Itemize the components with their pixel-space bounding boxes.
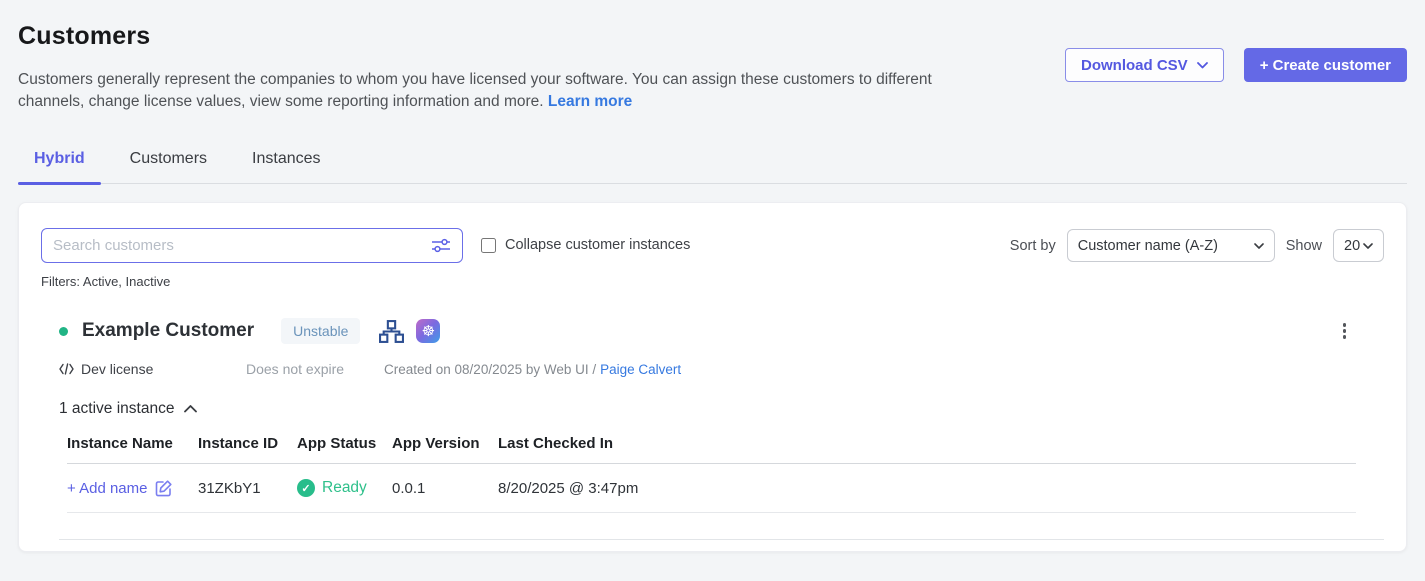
- instance-id: 31ZKbY1: [198, 480, 297, 497]
- sort-by-label: Sort by: [1010, 238, 1056, 254]
- license-expiry: Does not expire: [246, 361, 384, 377]
- active-filters-text: Filters: Active, Inactive: [41, 274, 463, 289]
- learn-more-link[interactable]: Learn more: [548, 93, 632, 110]
- license-type: Dev license: [59, 361, 246, 377]
- instances-toggle[interactable]: 1 active instance: [59, 400, 1384, 418]
- check-circle-icon: ✓: [297, 479, 315, 497]
- page-header-text: Customers Customers generally represent …: [18, 22, 983, 113]
- active-status-dot-icon: [59, 327, 68, 336]
- license-type-label: Dev license: [81, 361, 153, 377]
- view-tabs: Hybrid Customers Instances: [18, 150, 1407, 184]
- create-customer-label: + Create customer: [1260, 57, 1391, 74]
- col-instance-name: Instance Name: [67, 435, 198, 452]
- instances-summary: 1 active instance: [59, 400, 174, 418]
- header-actions: Download CSV + Create customer: [1065, 48, 1407, 82]
- customers-page: Customers Customers generally represent …: [0, 0, 1425, 552]
- customer-type-icons: ☸: [379, 319, 440, 343]
- page-header: Customers Customers generally represent …: [18, 0, 1407, 113]
- app-status-label: Ready: [322, 479, 367, 497]
- chevron-down-icon: [1254, 243, 1264, 249]
- code-brackets-icon: [59, 363, 74, 375]
- customers-card: Filters: Active, Inactive Collapse custo…: [18, 202, 1407, 552]
- col-last-checked-in: Last Checked In: [498, 435, 1356, 452]
- sitemap-icon: [379, 320, 404, 343]
- page-title: Customers: [18, 22, 983, 51]
- channel-badge: Unstable: [281, 318, 360, 344]
- sort-select-value: Customer name (A-Z): [1078, 238, 1218, 254]
- download-csv-button[interactable]: Download CSV: [1065, 48, 1224, 82]
- customer-menu-button[interactable]: [1339, 319, 1351, 343]
- show-label: Show: [1286, 238, 1322, 254]
- col-app-version: App Version: [392, 435, 498, 452]
- tab-instances[interactable]: Instances: [236, 150, 336, 183]
- app-status: ✓ Ready: [297, 479, 392, 497]
- chevron-down-icon: [1363, 243, 1373, 249]
- download-csv-label: Download CSV: [1081, 57, 1188, 74]
- tab-hybrid[interactable]: Hybrid: [18, 150, 101, 183]
- show-select[interactable]: 20: [1333, 229, 1384, 262]
- customer-item-divider: [59, 539, 1384, 540]
- page-description-text: Customers generally represent the compan…: [18, 71, 932, 110]
- created-by-link[interactable]: Paige Calvert: [600, 362, 681, 377]
- col-app-status: App Status: [297, 435, 392, 452]
- sort-select[interactable]: Customer name (A-Z): [1067, 229, 1275, 262]
- collapse-instances-group: Collapse customer instances: [481, 237, 690, 253]
- kubernetes-icon: ☸: [416, 319, 440, 343]
- search-area: Filters: Active, Inactive: [41, 228, 463, 289]
- instances-table-header: Instance Name Instance ID App Status App…: [67, 435, 1356, 464]
- customer-header-row: Example Customer Unstable ☸: [59, 318, 1384, 344]
- edit-icon[interactable]: [155, 479, 173, 497]
- app-version: 0.0.1: [392, 480, 498, 497]
- sort-controls: Sort by Customer name (A-Z) Show 20: [1010, 229, 1384, 262]
- created-text: Created on 08/20/2025 by Web UI /: [384, 362, 596, 377]
- last-checked-in: 8/20/2025 @ 3:47pm: [498, 480, 1356, 497]
- instance-row: + Add name 31ZKbY1 ✓ Ready 0.0.1 8/2: [67, 464, 1356, 513]
- tab-customers[interactable]: Customers: [114, 150, 223, 183]
- add-name-link[interactable]: + Add name: [67, 479, 173, 497]
- search-box: [41, 228, 463, 263]
- customer-name[interactable]: Example Customer: [82, 320, 254, 342]
- col-instance-id: Instance ID: [198, 435, 297, 452]
- create-customer-button[interactable]: + Create customer: [1244, 48, 1407, 82]
- filter-sliders-icon[interactable]: [431, 238, 451, 253]
- chevron-up-icon: [184, 405, 197, 413]
- customer-item: Example Customer Unstable ☸: [41, 318, 1384, 540]
- created-info: Created on 08/20/2025 by Web UI / Paige C…: [384, 362, 681, 377]
- customer-meta-row: Dev license Does not expire Created on 0…: [59, 361, 1384, 377]
- collapse-instances-checkbox[interactable]: [481, 238, 496, 253]
- show-select-value: 20: [1344, 238, 1360, 254]
- chevron-down-icon: [1197, 62, 1208, 69]
- page-description: Customers generally represent the compan…: [18, 69, 983, 113]
- toolbar: Filters: Active, Inactive Collapse custo…: [41, 228, 1384, 289]
- search-input[interactable]: [53, 237, 431, 254]
- instances-table: Instance Name Instance ID App Status App…: [67, 435, 1356, 513]
- add-name-label: + Add name: [67, 480, 147, 497]
- collapse-instances-label[interactable]: Collapse customer instances: [505, 237, 690, 253]
